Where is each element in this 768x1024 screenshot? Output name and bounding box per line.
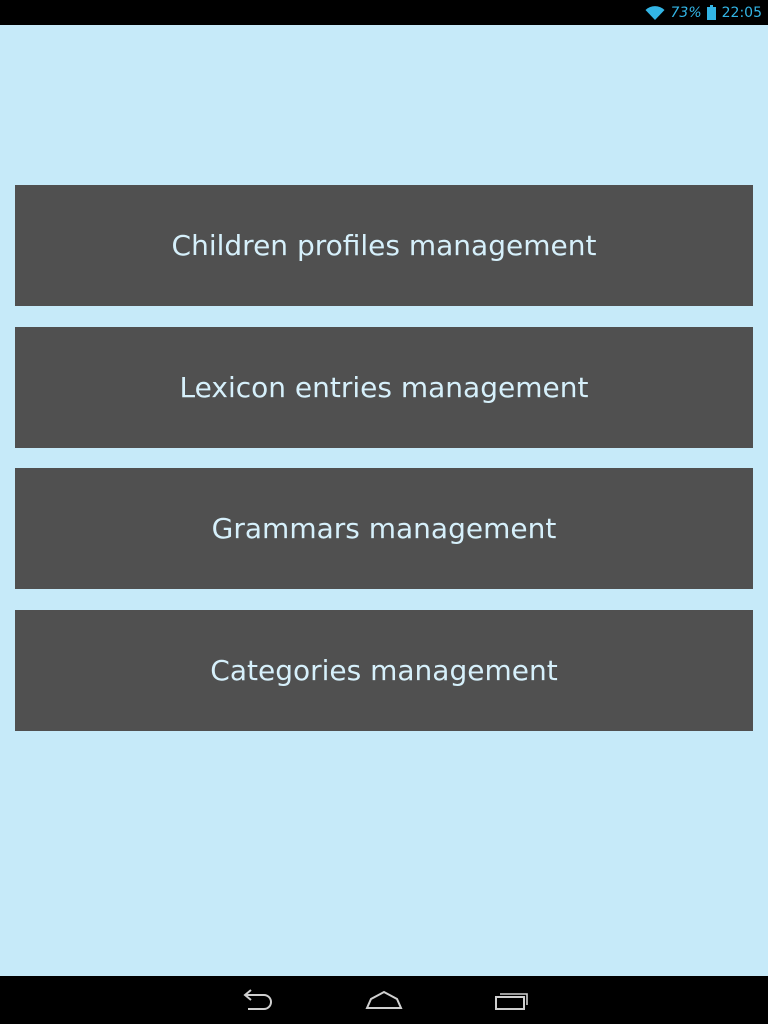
back-icon (243, 989, 272, 1010)
battery-icon (706, 5, 716, 20)
home-button[interactable] (344, 976, 424, 1024)
screen: 73% 22:05 Children profiles management L… (0, 0, 768, 1024)
home-icon (365, 990, 403, 1009)
wifi-icon (645, 5, 665, 20)
children-profiles-management-button[interactable]: Children profiles management (15, 185, 753, 306)
recents-icon (495, 993, 528, 1010)
clock: 22:05 (721, 4, 762, 21)
navigation-bar (0, 976, 768, 1024)
categories-management-button[interactable]: Categories management (15, 610, 753, 731)
lexicon-entries-management-button[interactable]: Lexicon entries management (15, 327, 753, 448)
status-bar: 73% 22:05 (0, 0, 768, 25)
recents-button[interactable] (472, 976, 552, 1024)
back-button[interactable] (216, 976, 296, 1024)
grammars-management-button[interactable]: Grammars management (15, 468, 753, 589)
battery-percent: 73% (670, 4, 702, 21)
